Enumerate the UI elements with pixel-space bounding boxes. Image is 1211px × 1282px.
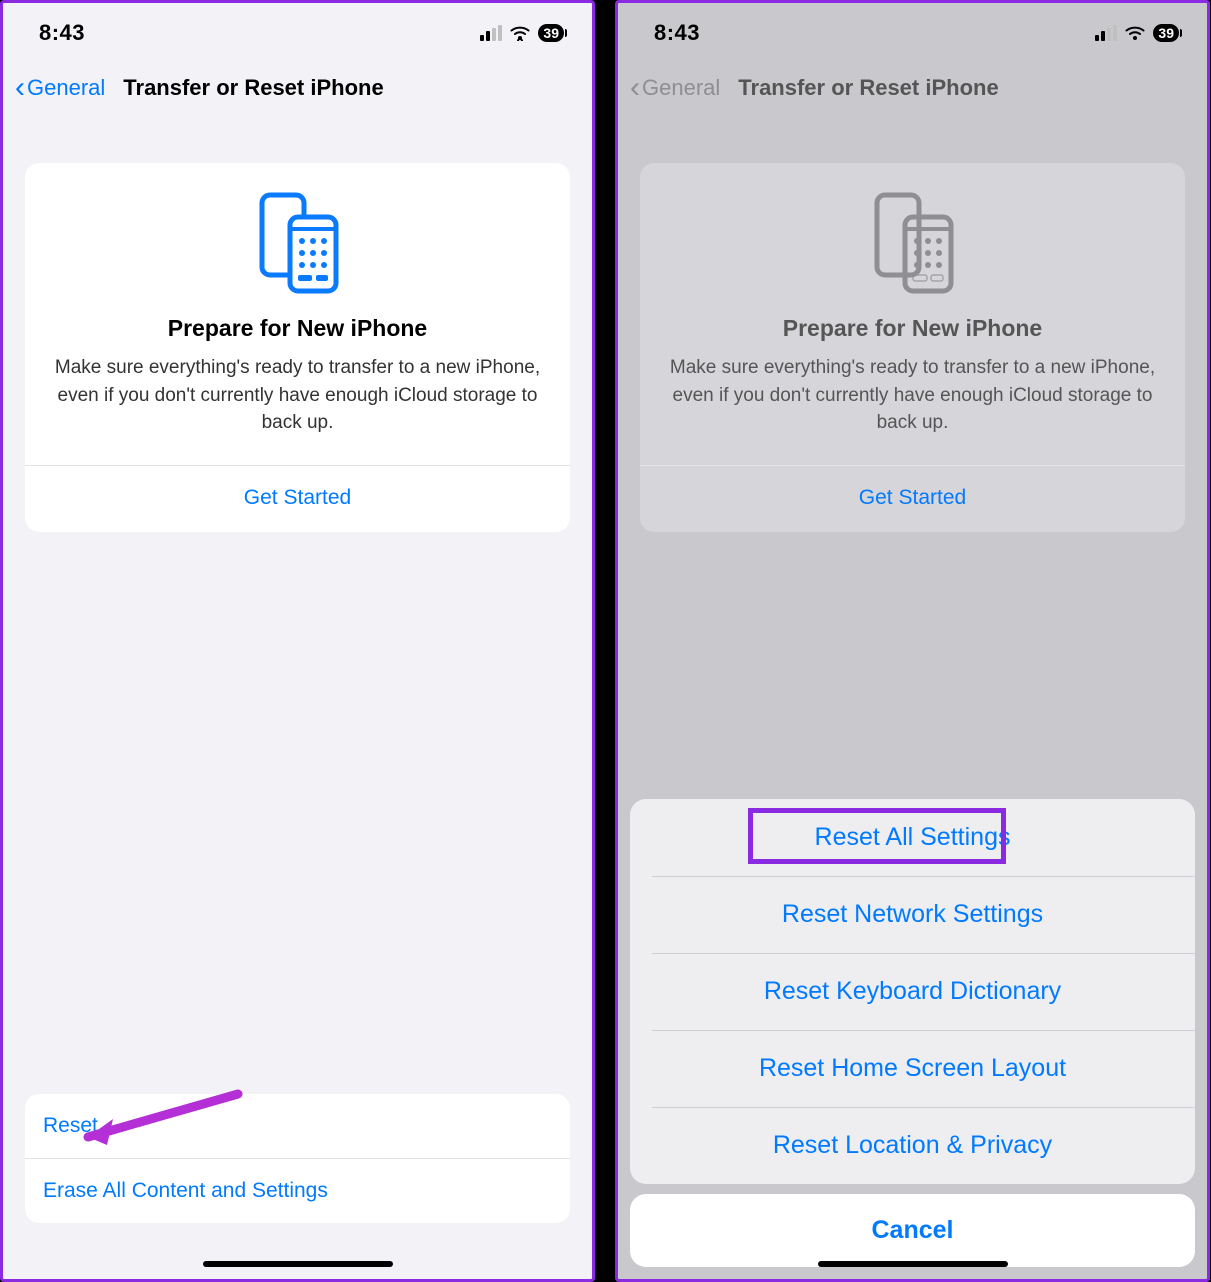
battery-icon: 39: [1153, 24, 1179, 42]
cellular-signal-icon: [1095, 25, 1117, 41]
status-time: 8:43: [654, 20, 700, 46]
reset-network-settings-option[interactable]: Reset Network Settings: [630, 876, 1195, 953]
cancel-button[interactable]: Cancel: [630, 1194, 1195, 1267]
reset-action-sheet: Reset All Settings Reset Network Setting…: [630, 799, 1195, 1267]
back-chevron-icon: ‹: [630, 73, 640, 103]
prepare-description: Make sure everything's ready to transfer…: [660, 354, 1165, 437]
bottom-actions-list: Reset Erase All Content and Settings: [25, 1094, 570, 1223]
back-button: General: [642, 75, 720, 101]
home-indicator[interactable]: [203, 1261, 393, 1267]
reset-options-group: Reset All Settings Reset Network Setting…: [630, 799, 1195, 1184]
page-title: Transfer or Reset iPhone: [738, 75, 998, 101]
reset-button[interactable]: Reset: [25, 1094, 570, 1158]
wifi-icon: [1124, 25, 1146, 41]
phone-screen-left: 8:43 39 ‹ General Transfer or Reset iPho…: [0, 0, 595, 1282]
prepare-iphone-icon: [660, 191, 1165, 295]
status-bar: 8:43 39: [3, 3, 592, 63]
wifi-icon: [509, 25, 531, 41]
battery-level: 39: [1158, 26, 1174, 40]
prepare-card: Prepare for New iPhone Make sure everyth…: [640, 163, 1185, 532]
nav-bar: ‹ General Transfer or Reset iPhone: [3, 63, 592, 123]
status-icons: 39: [480, 24, 564, 42]
erase-all-button[interactable]: Erase All Content and Settings: [25, 1158, 570, 1223]
back-chevron-icon[interactable]: ‹: [15, 73, 25, 103]
page-title: Transfer or Reset iPhone: [123, 75, 383, 101]
home-indicator[interactable]: [818, 1261, 1008, 1267]
prepare-iphone-icon: [45, 191, 550, 295]
reset-location-privacy-option[interactable]: Reset Location & Privacy: [630, 1107, 1195, 1184]
prepare-description: Make sure everything's ready to transfer…: [45, 354, 550, 437]
back-button[interactable]: General: [27, 75, 105, 101]
cellular-signal-icon: [480, 25, 502, 41]
reset-all-settings-option[interactable]: Reset All Settings: [630, 799, 1195, 876]
phone-screen-right: 8:43 39 ‹ General Transfer or Reset iPho…: [615, 0, 1210, 1282]
nav-bar: ‹ General Transfer or Reset iPhone: [618, 63, 1207, 123]
prepare-title: Prepare for New iPhone: [45, 315, 550, 342]
prepare-card: Prepare for New iPhone Make sure everyth…: [25, 163, 570, 532]
battery-icon: 39: [538, 24, 564, 42]
status-time: 8:43: [39, 20, 85, 46]
reset-keyboard-dictionary-option[interactable]: Reset Keyboard Dictionary: [630, 953, 1195, 1030]
battery-level: 39: [543, 26, 559, 40]
get-started-button[interactable]: Get Started: [45, 466, 550, 532]
status-bar: 8:43 39: [618, 3, 1207, 63]
status-icons: 39: [1095, 24, 1179, 42]
prepare-title: Prepare for New iPhone: [660, 315, 1165, 342]
get-started-button: Get Started: [660, 466, 1165, 532]
reset-home-screen-layout-option[interactable]: Reset Home Screen Layout: [630, 1030, 1195, 1107]
